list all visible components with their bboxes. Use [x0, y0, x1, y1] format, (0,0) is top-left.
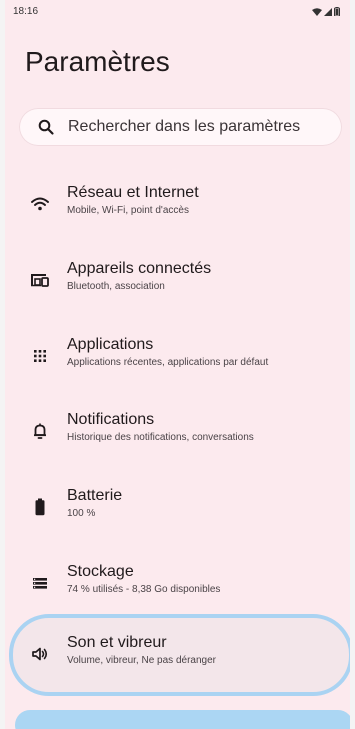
search-label: Rechercher dans les paramètres — [68, 118, 301, 135]
settings-item-network[interactable]: Réseau et Internet Mobile, Wi-Fi, point … — [5, 176, 350, 232]
connected-devices-icon — [29, 269, 51, 291]
settings-item-title: Notifications — [67, 411, 155, 428]
status-icons — [312, 7, 340, 16]
page-title: Paramètres — [25, 46, 170, 77]
settings-item-subtitle: Volume, vibreur, Ne pas déranger — [67, 655, 216, 666]
bell-icon — [29, 420, 51, 442]
settings-screen: 18:16 Paramètres Rechercher dans les par… — [5, 0, 350, 729]
settings-item-battery[interactable]: Batterie 100 % — [5, 479, 350, 535]
battery-icon — [29, 496, 51, 518]
settings-item-subtitle: Bluetooth, association — [67, 281, 165, 292]
search-bar[interactable]: Rechercher dans les paramètres — [19, 108, 342, 146]
settings-item-subtitle: Applications récentes, applications par … — [67, 357, 269, 368]
settings-item-title: Appareils connectés — [67, 260, 212, 277]
speaker-icon — [29, 643, 51, 665]
search-icon — [37, 118, 55, 136]
settings-item-title: Stockage — [67, 563, 134, 580]
settings-item-subtitle: 74 % utilisés - 8,38 Go disponibles — [67, 584, 221, 595]
settings-item-applications[interactable]: Applications Applications récentes, appl… — [5, 328, 350, 384]
settings-item-sound[interactable]: Son et vibreur Volume, vibreur, Ne pas d… — [5, 626, 350, 682]
signal-icon — [324, 7, 332, 16]
settings-item-storage[interactable]: Stockage 74 % utilisés - 8,38 Go disponi… — [5, 555, 350, 611]
status-time: 18:16 — [13, 6, 39, 17]
storage-icon — [29, 572, 51, 594]
settings-item-title: Réseau et Internet — [67, 184, 199, 201]
settings-item-title: Batterie — [67, 487, 123, 504]
settings-item-notifications[interactable]: Notifications Historique des notificatio… — [5, 403, 350, 459]
next-item-highlight — [15, 710, 350, 729]
apps-grid-icon — [29, 345, 51, 367]
settings-item-subtitle: 100 % — [67, 508, 96, 519]
settings-item-subtitle: Mobile, Wi-Fi, point d'accès — [67, 205, 189, 216]
wifi-icon — [312, 7, 322, 16]
settings-item-subtitle: Historique des notifications, conversati… — [67, 432, 254, 443]
settings-item-title: Applications — [67, 336, 154, 353]
battery-icon — [334, 7, 340, 16]
status-bar: 18:16 — [13, 6, 342, 20]
settings-item-title: Son et vibreur — [67, 634, 167, 651]
wifi-icon — [29, 193, 51, 215]
settings-item-connected-devices[interactable]: Appareils connectés Bluetooth, associati… — [5, 252, 350, 308]
